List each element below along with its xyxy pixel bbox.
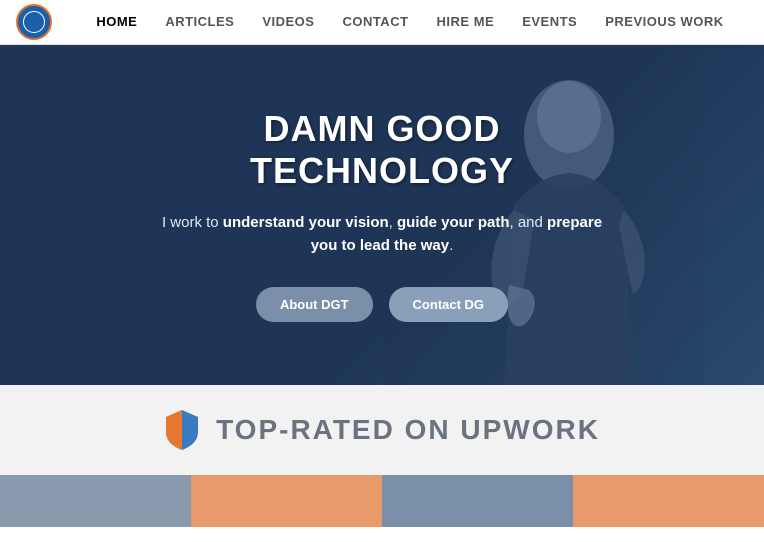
upwork-section: TOP-RATED ON UPWORK: [0, 385, 764, 475]
color-bar-3: [382, 475, 573, 527]
hero-subtitle-bold1: understand your vision: [223, 214, 389, 231]
color-bar-4: [573, 475, 764, 527]
hero-title: DAMN GOOD TECHNOLOGY: [152, 108, 612, 192]
hero-subtitle-text4: .: [449, 237, 453, 254]
navbar: HOME ARTICLES VIDEOS CONTACT HIRE ME EVE…: [0, 0, 764, 45]
nav-item-contact[interactable]: CONTACT: [342, 13, 408, 31]
color-bars: [0, 475, 764, 527]
nav-link-prevwork[interactable]: PREVIOUS WORK: [605, 14, 723, 29]
hero-subtitle-text1: I work to: [162, 214, 223, 231]
color-bar-1: [0, 475, 191, 527]
color-bar-2: [191, 475, 382, 527]
site-logo[interactable]: [16, 4, 52, 40]
nav-links: HOME ARTICLES VIDEOS CONTACT HIRE ME EVE…: [72, 13, 748, 31]
nav-link-events[interactable]: EVENTS: [522, 14, 577, 29]
upwork-shield-icon: [164, 408, 200, 452]
hero-subtitle-bold2: guide your path: [397, 214, 510, 231]
hero-subtitle: I work to understand your vision, guide …: [152, 212, 612, 257]
hero-content: DAMN GOOD TECHNOLOGY I work to understan…: [132, 108, 632, 322]
nav-item-home[interactable]: HOME: [96, 13, 137, 31]
hero-buttons: About DGT Contact DG: [152, 287, 612, 322]
about-dgt-button[interactable]: About DGT: [256, 287, 373, 322]
nav-link-hireme[interactable]: HIRE ME: [437, 14, 495, 29]
hero-section: DAMN GOOD TECHNOLOGY I work to understan…: [0, 45, 764, 385]
nav-link-contact[interactable]: CONTACT: [342, 14, 408, 29]
upwork-title: TOP-RATED ON UPWORK: [216, 414, 600, 446]
nav-item-prevwork[interactable]: PREVIOUS WORK: [605, 13, 723, 31]
nav-item-articles[interactable]: ARTICLES: [165, 13, 234, 31]
nav-item-events[interactable]: EVENTS: [522, 13, 577, 31]
contact-dg-button[interactable]: Contact DG: [389, 287, 509, 322]
nav-item-hireme[interactable]: HIRE ME: [437, 13, 495, 31]
nav-item-videos[interactable]: VIDEOS: [262, 13, 314, 31]
hero-subtitle-text3: , and: [510, 214, 548, 231]
nav-link-home[interactable]: HOME: [96, 14, 137, 29]
nav-link-videos[interactable]: VIDEOS: [262, 14, 314, 29]
nav-link-articles[interactable]: ARTICLES: [165, 14, 234, 29]
hero-subtitle-text2: ,: [389, 214, 397, 231]
logo-inner: [23, 11, 45, 33]
